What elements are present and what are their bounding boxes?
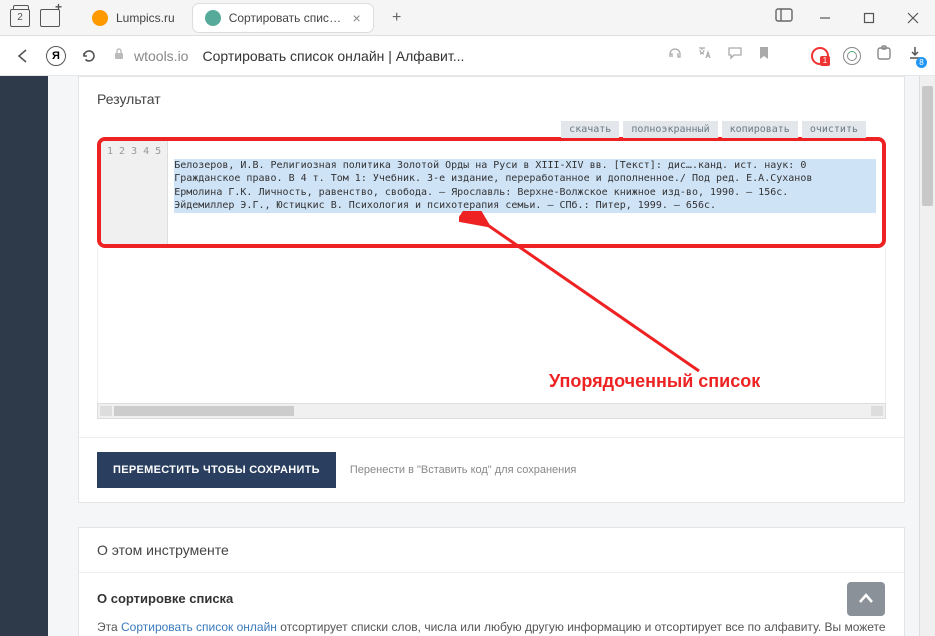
adblock-icon[interactable]: 1 — [811, 47, 829, 65]
sidebar-toggle-icon[interactable] — [775, 7, 793, 28]
vertical-scrollbar[interactable] — [919, 76, 935, 636]
lock-icon — [112, 47, 126, 64]
tab-wtools[interactable]: Сортировать список о × — [193, 4, 373, 32]
address-bar: Я wtools.io Сортировать список онлайн | … — [0, 36, 935, 76]
fullscreen-button[interactable]: полноэкранный — [623, 121, 717, 138]
code-line: Ермолина Г.К. Личность, равенство, свобо… — [174, 186, 876, 200]
tab-lumpics[interactable]: Lumpics.ru — [80, 4, 187, 32]
about-card: О этом инструменте О сортировке списка Э… — [78, 527, 905, 636]
tab-title: Сортировать список о — [229, 11, 345, 25]
tab-title: Lumpics.ru — [116, 11, 175, 25]
clear-button[interactable]: очистить — [802, 121, 866, 138]
bookmark-icon[interactable] — [757, 45, 771, 66]
close-icon[interactable]: × — [353, 10, 361, 26]
text: Эта — [97, 620, 121, 634]
code-area[interactable]: Белозеров, И.В. Религиозная политика Зол… — [168, 141, 882, 244]
tab-strip: Lumpics.ru Сортировать список о × + — [80, 4, 775, 32]
horizontal-scrollbar[interactable] — [97, 403, 886, 419]
window-count-icon[interactable]: 2 — [10, 9, 30, 27]
sort-online-link[interactable]: Сортировать список онлайн — [121, 620, 277, 634]
extensions-icon[interactable] — [875, 44, 893, 67]
window-controls — [803, 0, 935, 36]
yandex-icon[interactable]: Я — [46, 46, 66, 66]
scrollbar-thumb[interactable] — [114, 406, 294, 416]
result-card: Результат скачать полноэкранный копирова… — [78, 76, 905, 503]
code-line: Гражданское право. В 4 т. Том 1: Учебник… — [174, 172, 876, 186]
url-box[interactable]: wtools.io Сортировать список онлайн | Ал… — [112, 47, 655, 64]
editor-empty-area[interactable] — [97, 248, 886, 403]
extension-icon[interactable] — [843, 47, 861, 65]
result-editor-highlight: 1 2 3 4 5 Белозеров, И.В. Религиозная по… — [97, 137, 886, 248]
about-subheader: О сортировке списка — [97, 589, 886, 609]
download-icon[interactable]: 8 — [907, 45, 923, 66]
line-gutter: 1 2 3 4 5 — [101, 141, 168, 244]
reload-button[interactable] — [78, 45, 100, 67]
code-line: Эйдемиллер Э.Г., Юстицкис В. Психология … — [174, 199, 876, 213]
back-button[interactable] — [12, 45, 34, 67]
badge: 1 — [820, 56, 830, 66]
badge: 8 — [916, 57, 927, 68]
favicon-icon — [92, 10, 108, 26]
result-header: Результат — [79, 77, 904, 121]
site-sidebar — [0, 76, 48, 636]
favicon-icon — [205, 10, 221, 26]
maximize-button[interactable] — [847, 0, 891, 36]
code-line: Белозеров, И.В. Религиозная политика Зол… — [174, 159, 876, 173]
result-editor[interactable]: 1 2 3 4 5 Белозеров, И.В. Религиозная по… — [101, 141, 882, 244]
comment-icon[interactable] — [727, 45, 743, 66]
save-row: ПЕРЕМЕСТИТЬ ЧТОБЫ СОХРАНИТЬ Перенести в … — [79, 437, 904, 502]
save-hint: Перенести в "Вставить код" для сохранени… — [350, 464, 576, 476]
scroll-top-button[interactable] — [847, 582, 885, 616]
minimize-button[interactable] — [803, 0, 847, 36]
page-title: Сортировать список онлайн | Алфавит... — [202, 48, 464, 64]
page-viewport: Результат скачать полноэкранный копирова… — [0, 76, 935, 636]
new-tab-button[interactable]: + — [385, 6, 409, 30]
copy-button[interactable]: копировать — [722, 121, 798, 138]
about-text: Эта Сортировать список онлайн отсортируе… — [97, 618, 886, 636]
download-button[interactable]: скачать — [561, 121, 619, 138]
translate-icon[interactable] — [697, 45, 713, 66]
annotation-label: Упорядоченный список — [549, 371, 760, 392]
about-header: О этом инструменте — [79, 528, 904, 573]
scrollbar-thumb[interactable] — [922, 86, 933, 206]
headphones-icon[interactable] — [667, 45, 683, 66]
window-titlebar: 2 Lumpics.ru Сортировать список о × + — [0, 0, 935, 36]
close-button[interactable] — [891, 0, 935, 36]
result-toolbar: скачать полноэкранный копировать очистит… — [97, 121, 886, 138]
move-to-save-button[interactable]: ПЕРЕМЕСТИТЬ ЧТОБЫ СОХРАНИТЬ — [97, 452, 336, 488]
new-window-icon[interactable] — [40, 9, 60, 27]
url-host: wtools.io — [134, 48, 188, 64]
